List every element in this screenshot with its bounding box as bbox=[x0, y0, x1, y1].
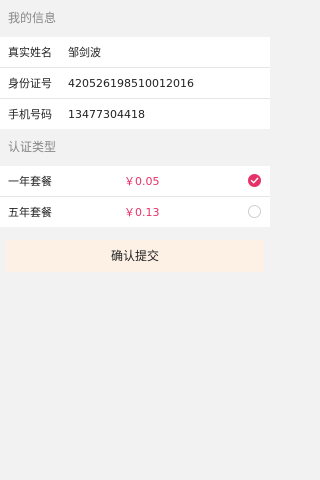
info-row-phone: 手机号码 13477304418 bbox=[0, 99, 270, 129]
info-value: 邹剑波 bbox=[68, 46, 101, 59]
cert-type-section: 认证类型 一年套餐 ￥0.05 五年套餐 ￥0.13 bbox=[0, 129, 270, 227]
plan-price: ￥0.13 bbox=[124, 206, 160, 219]
plan-price: ￥0.05 bbox=[124, 175, 160, 188]
plan-option-five-year[interactable]: 五年套餐 ￥0.13 bbox=[0, 197, 270, 227]
info-value: 13477304418 bbox=[68, 107, 145, 121]
info-value: 420526198510012016 bbox=[68, 76, 194, 90]
plan-list: 一年套餐 ￥0.05 五年套餐 ￥0.13 bbox=[0, 166, 270, 227]
info-row-id-number: 身份证号 420526198510012016 bbox=[0, 68, 270, 99]
radio-checked-icon[interactable] bbox=[248, 174, 261, 187]
info-label: 身份证号 bbox=[8, 77, 52, 90]
info-row-name: 真实姓名 邹剑波 bbox=[0, 37, 270, 68]
check-icon bbox=[250, 177, 259, 184]
cert-type-header: 认证类型 bbox=[0, 129, 270, 166]
my-info-list: 真实姓名 邹剑波 身份证号 420526198510012016 手机号码 13… bbox=[0, 37, 270, 129]
submit-button[interactable]: 确认提交 bbox=[6, 240, 264, 272]
radio-unchecked-icon[interactable] bbox=[248, 205, 261, 218]
info-label: 真实姓名 bbox=[8, 46, 52, 59]
info-label: 手机号码 bbox=[8, 108, 52, 121]
plan-name: 五年套餐 bbox=[8, 206, 52, 219]
plan-name: 一年套餐 bbox=[8, 175, 52, 188]
submit-area: 确认提交 bbox=[0, 227, 270, 272]
my-info-section: 我的信息 真实姓名 邹剑波 身份证号 420526198510012016 手机… bbox=[0, 0, 270, 129]
plan-option-one-year[interactable]: 一年套餐 ￥0.05 bbox=[0, 166, 270, 197]
my-info-header: 我的信息 bbox=[0, 0, 270, 37]
